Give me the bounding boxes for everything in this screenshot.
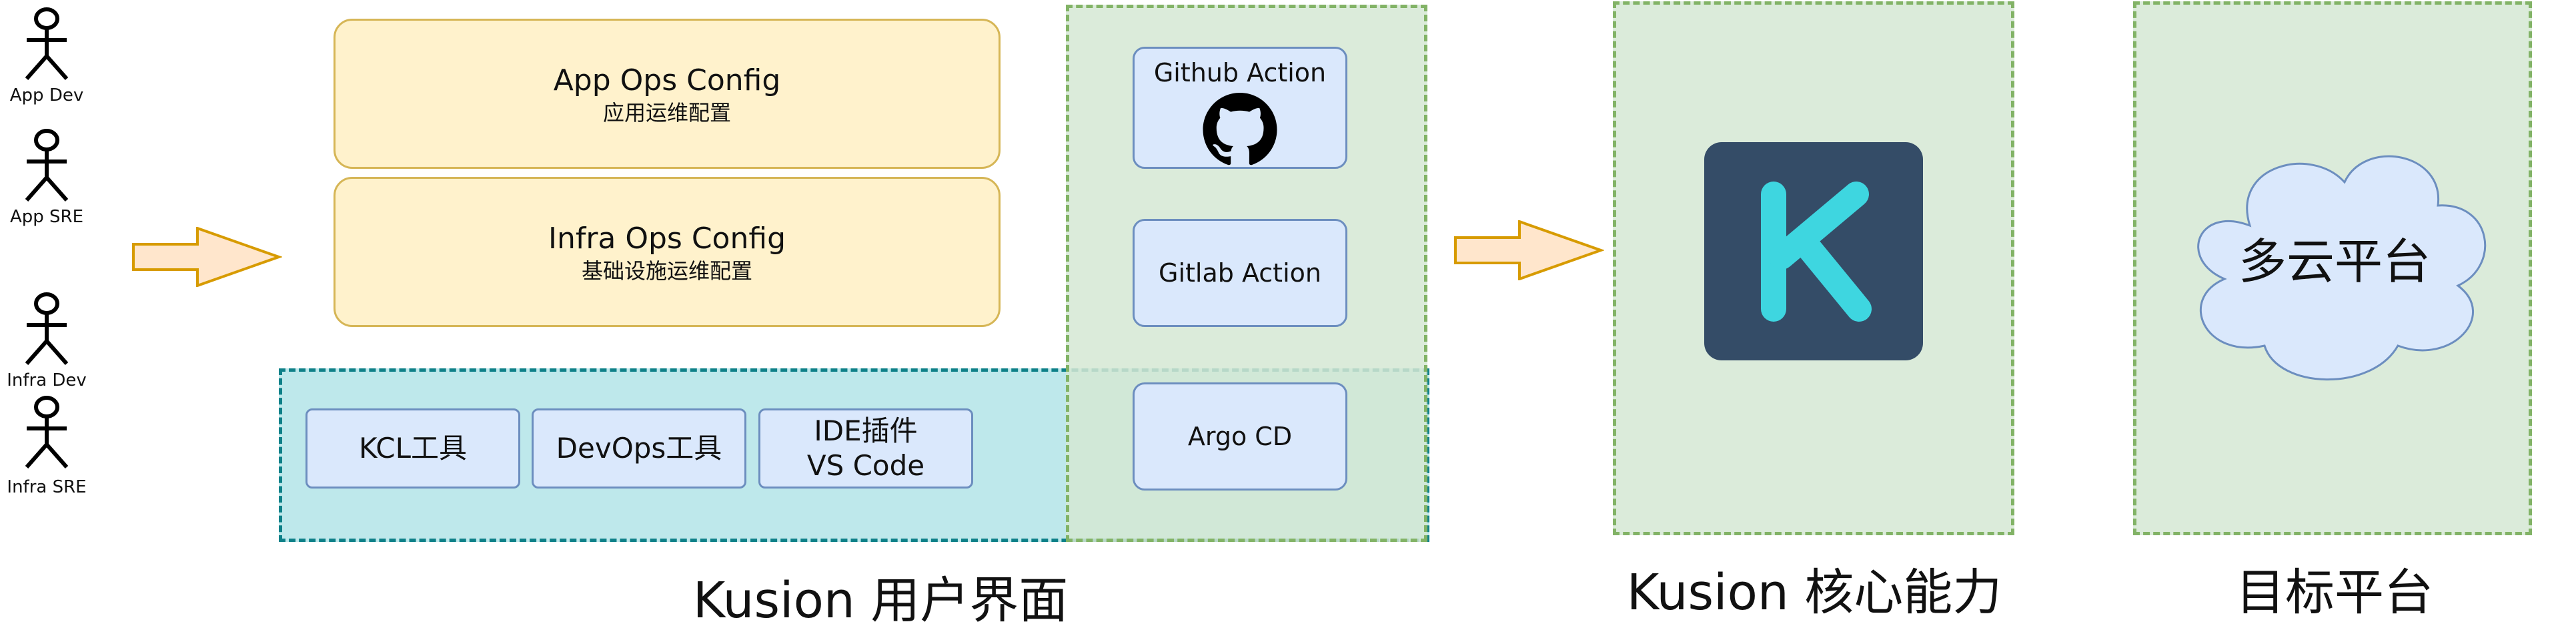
tool-label: KCL工具 [359, 432, 467, 464]
caption-target: 目标平台 [2236, 564, 2433, 621]
actor-label: Infra SRE [7, 477, 87, 497]
actor-app-sre: App SRE [3, 127, 90, 234]
caption-user-interface: Kusion 用户界面 [692, 572, 1069, 629]
github-icon [1203, 93, 1277, 166]
github-action-box: Github Action [1133, 47, 1347, 169]
app-ops-config-box: App Ops Config 应用运维配置 [334, 19, 1001, 169]
argo-cd-box: Argo CD [1133, 382, 1347, 491]
ci-label: Gitlab Action [1159, 258, 1321, 288]
cloud-shape: 多云平台 [2164, 125, 2505, 389]
actor-app-dev: App Dev [3, 5, 90, 105]
stick-figure-icon [25, 7, 69, 80]
actor-infra-dev: Infra Dev [3, 290, 90, 397]
caption-core: Kusion 核心能力 [1626, 564, 2002, 621]
cloud-label: 多云平台 [2238, 234, 2431, 290]
actor-label: App SRE [9, 207, 84, 227]
tool-label-line2: VS Code [806, 449, 925, 482]
actor-label: Infra Dev [7, 370, 87, 390]
kusion-logo: K [1704, 142, 1923, 360]
kcl-tool-box: KCL工具 [305, 408, 520, 489]
infra-ops-config-box: Infra Ops Config 基础设施运维配置 [334, 177, 1001, 327]
actor-infra-sre: Infra SRE [3, 394, 90, 501]
config-subtitle: 应用运维配置 [602, 99, 731, 125]
ci-label: Github Action [1153, 58, 1327, 87]
arrow-right-icon [132, 227, 282, 287]
stick-figure-icon [25, 292, 69, 365]
actor-label: App Dev [9, 85, 84, 105]
config-title: App Ops Config [553, 63, 781, 97]
stick-figure-icon [25, 396, 69, 468]
ci-label: Argo CD [1187, 422, 1293, 451]
tool-label: DevOps工具 [556, 432, 722, 464]
stick-figure-icon [25, 129, 69, 202]
devops-tool-box: DevOps工具 [532, 408, 746, 489]
config-title: Infra Ops Config [548, 221, 786, 256]
gitlab-action-box: Gitlab Action [1133, 219, 1347, 327]
ide-plugin-box: IDE插件 VS Code [758, 408, 973, 489]
kusion-k-icon [1761, 182, 1872, 322]
arrow-right-icon [1454, 220, 1604, 280]
tool-label-line1: IDE插件 [814, 414, 918, 447]
config-subtitle: 基础设施运维配置 [581, 258, 752, 284]
